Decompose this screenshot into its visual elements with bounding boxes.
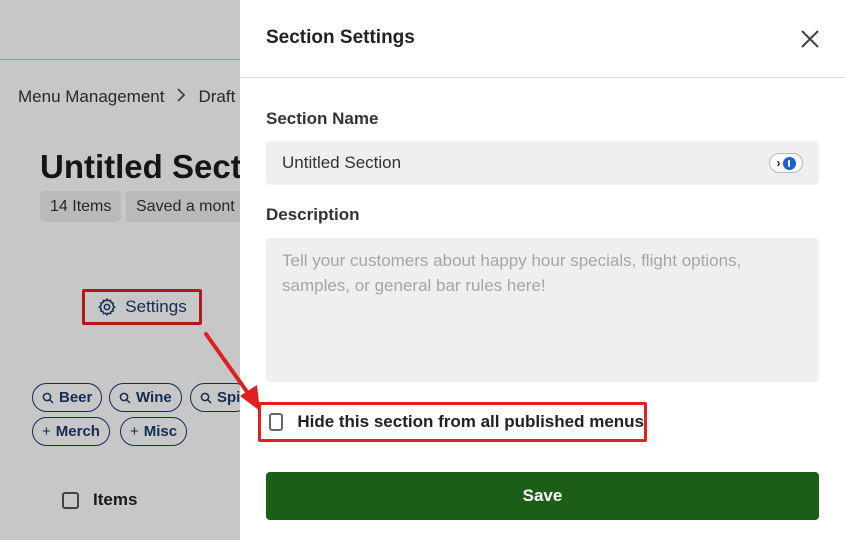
section-name-label: Section Name — [266, 109, 379, 128]
password-manager-icon[interactable]: › — [769, 153, 803, 173]
close-icon — [801, 30, 819, 48]
drawer-title: Section Settings — [266, 27, 415, 48]
hide-section-label: Hide this section from all published men… — [297, 412, 644, 431]
chevron-right-icon: › — [776, 156, 781, 170]
description-textarea[interactable] — [266, 238, 819, 382]
description-label: Description — [266, 205, 360, 224]
hide-section-option[interactable]: Hide this section from all published men… — [258, 402, 647, 442]
keyhole-icon — [782, 156, 796, 170]
drawer-header: Section Settings — [240, 0, 845, 78]
save-button[interactable]: Save — [266, 472, 819, 520]
section-name-value: Untitled Section — [282, 153, 402, 172]
hide-section-checkbox[interactable] — [269, 413, 284, 431]
section-name-input[interactable]: Untitled Section › — [266, 141, 819, 185]
section-settings-drawer: Section Settings Section Name Untitled S… — [240, 0, 845, 540]
close-button[interactable] — [796, 25, 824, 53]
